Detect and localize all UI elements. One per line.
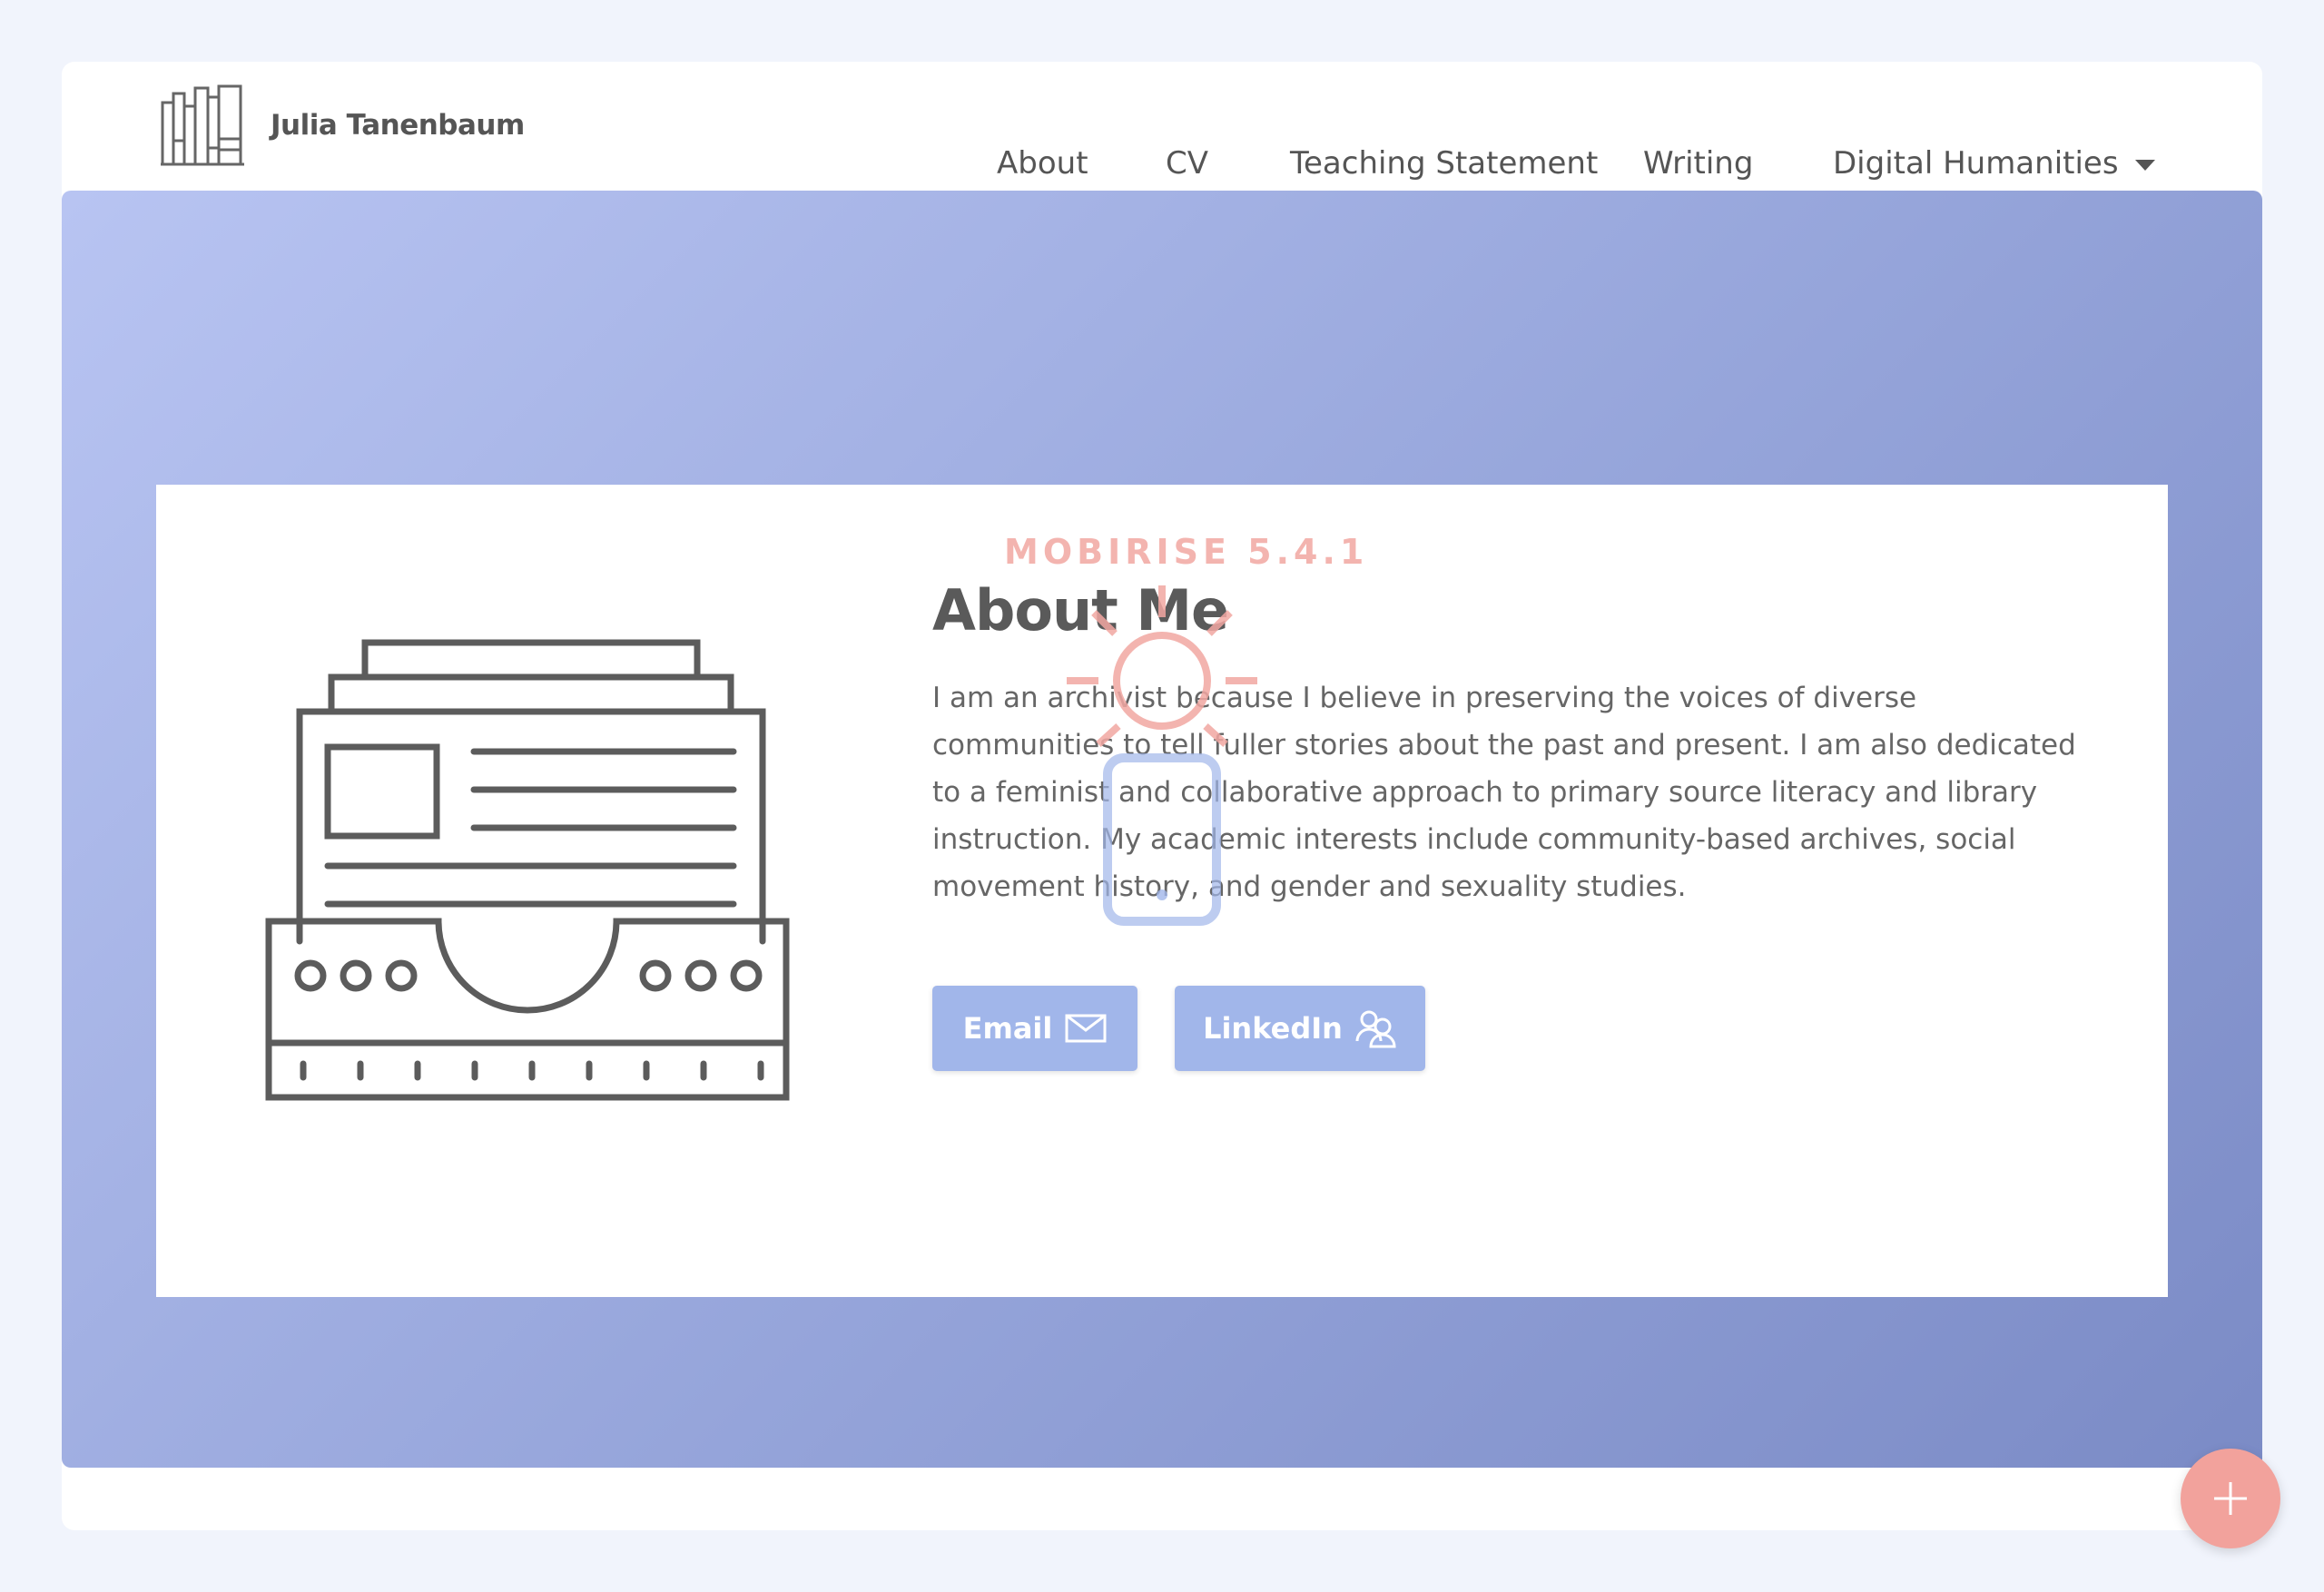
archive-drawer-icon (265, 639, 790, 1101)
brand-name: Julia Tanenbaum (271, 109, 525, 142)
envelope-icon (1065, 1014, 1107, 1043)
mobirise-watermark: MOBIRISE 5.4.1 (1004, 532, 1369, 572)
email-button-label: Email (962, 1011, 1053, 1046)
nav-about[interactable]: About (997, 145, 1088, 182)
plus-icon (2214, 1482, 2247, 1515)
nav-digital-humanities[interactable]: Digital Humanities (1833, 145, 2155, 182)
brand[interactable]: Julia Tanenbaum (161, 84, 525, 166)
users-icon (1355, 1010, 1396, 1048)
top-navbar: Julia Tanenbaum About CV Teaching Statem… (62, 62, 2262, 191)
linkedin-button[interactable]: LinkedIn (1175, 986, 1425, 1071)
nav-writing[interactable]: Writing (1643, 145, 1753, 182)
chevron-down-icon (2134, 159, 2155, 171)
nav-digital-humanities-label: Digital Humanities (1833, 145, 2119, 182)
email-button[interactable]: Email (932, 986, 1137, 1071)
bookshelf-icon (161, 84, 244, 166)
add-button[interactable] (2181, 1449, 2280, 1548)
linkedin-button-label: LinkedIn (1203, 1011, 1343, 1046)
nav-cv[interactable]: CV (1166, 145, 1208, 182)
nav-teaching-statement[interactable]: Teaching Statement (1290, 145, 1598, 182)
mobirise-logo-icon (1067, 585, 1257, 926)
